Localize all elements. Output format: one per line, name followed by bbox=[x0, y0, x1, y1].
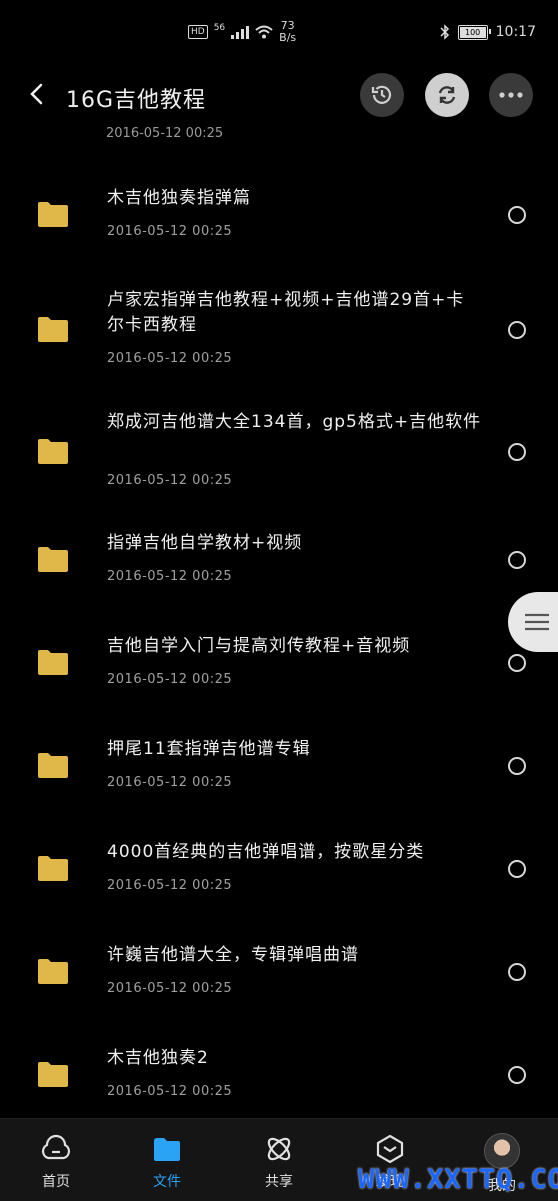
nav-home[interactable]: 首页 bbox=[16, 1133, 96, 1191]
folder-date: 2016-05-12 00:25 bbox=[107, 775, 233, 790]
battery-icon: 100 bbox=[457, 24, 491, 40]
nav-share[interactable]: 共享 bbox=[239, 1133, 319, 1191]
network-speed: 73 B/s bbox=[279, 20, 296, 44]
select-radio[interactable] bbox=[508, 206, 526, 224]
folder-date: 2016-05-12 00:25 bbox=[107, 473, 233, 488]
partial-item-date: 2016-05-12 00:25 bbox=[106, 126, 224, 141]
network-status: HD 56 73 B/s bbox=[188, 20, 296, 44]
history-button[interactable] bbox=[360, 73, 404, 117]
menu-icon bbox=[525, 613, 549, 631]
cloud-home-icon bbox=[41, 1134, 71, 1160]
folder-filled-icon bbox=[154, 1138, 180, 1161]
folder-name: 押尾11套指弹吉他谱专辑 bbox=[107, 739, 311, 759]
folder-name: 吉他自学入门与提高刘传教程+音视频 bbox=[107, 636, 411, 656]
watermark: WWW.XXTTQ.COM bbox=[358, 1164, 558, 1195]
share-orbit-icon bbox=[267, 1137, 291, 1161]
folder-date: 2016-05-12 00:25 bbox=[107, 1084, 233, 1099]
nav-label: 首页 bbox=[42, 1174, 70, 1190]
folder-name: 郑成河吉他谱大全134首，gp5格式+吉他软件 bbox=[107, 412, 482, 432]
status-bar: HD 56 73 B/s 100 10:17 bbox=[0, 0, 558, 68]
folder-icon bbox=[38, 547, 68, 572]
clock: 10:17 bbox=[495, 24, 536, 40]
more-horizontal-icon bbox=[499, 92, 523, 98]
select-radio[interactable] bbox=[508, 443, 526, 461]
hd-indicator: HD bbox=[188, 25, 208, 39]
folder-date: 2016-05-12 00:25 bbox=[107, 672, 233, 687]
folder-date: 2016-05-12 00:25 bbox=[107, 351, 233, 366]
folder-name: 4000首经典的吉他弹唱谱，按歌星分类 bbox=[107, 842, 425, 862]
file-list[interactable]: 2016-05-12 00:25 木吉他独奏指弹篇 2016-05-12 00:… bbox=[0, 122, 558, 1118]
select-radio[interactable] bbox=[508, 963, 526, 981]
select-radio[interactable] bbox=[508, 757, 526, 775]
folder-date: 2016-05-12 00:25 bbox=[107, 569, 233, 584]
sync-button[interactable] bbox=[425, 73, 469, 117]
nav-files[interactable]: 文件 bbox=[127, 1133, 207, 1191]
speed-unit: B/s bbox=[279, 31, 297, 44]
select-radio[interactable] bbox=[508, 321, 526, 339]
chevron-left-icon bbox=[30, 83, 43, 105]
discover-cube-icon bbox=[376, 1134, 404, 1164]
select-radio[interactable] bbox=[508, 654, 526, 672]
folder-name: 木吉他独奏指弹篇 bbox=[107, 188, 251, 208]
history-icon bbox=[371, 85, 392, 104]
folder-name: 木吉他独奏2 bbox=[107, 1048, 209, 1068]
bluetooth-icon bbox=[440, 24, 449, 40]
system-status: 100 10:17 bbox=[440, 24, 536, 40]
folder-icon bbox=[38, 959, 68, 984]
folder-date: 2016-05-12 00:25 bbox=[107, 981, 233, 996]
folder-icon bbox=[38, 317, 68, 342]
nav-label: 文件 bbox=[153, 1174, 181, 1190]
back-button[interactable] bbox=[24, 80, 52, 108]
signal-icon bbox=[231, 25, 250, 39]
folder-icon bbox=[38, 439, 68, 464]
more-options-button[interactable] bbox=[489, 73, 533, 117]
folder-icon bbox=[38, 202, 68, 227]
folder-name: 许巍吉他谱大全，专辑弹唱曲谱 bbox=[107, 945, 359, 965]
folder-icon bbox=[38, 1062, 68, 1087]
folder-name: 指弹吉他自学教材+视频 bbox=[107, 533, 303, 553]
folder-icon bbox=[38, 650, 68, 675]
sync-icon bbox=[438, 86, 456, 104]
folder-date: 2016-05-12 00:25 bbox=[107, 878, 233, 893]
select-radio[interactable] bbox=[508, 1066, 526, 1084]
network-type: 56 bbox=[213, 23, 226, 33]
nav-label: 共享 bbox=[265, 1174, 293, 1190]
page-title: 16G吉他教程 bbox=[66, 88, 207, 113]
select-radio[interactable] bbox=[508, 551, 526, 569]
folder-name: 卢家宏指弹吉他教程+视频+吉他谱29首+卡尔卡西教程 bbox=[107, 290, 465, 335]
folder-date: 2016-05-12 00:25 bbox=[107, 224, 233, 239]
top-app-bar: 16G吉他教程 bbox=[0, 70, 558, 122]
folder-icon bbox=[38, 856, 68, 881]
wifi-icon bbox=[255, 25, 273, 39]
folder-icon bbox=[38, 753, 68, 778]
select-radio[interactable] bbox=[508, 860, 526, 878]
